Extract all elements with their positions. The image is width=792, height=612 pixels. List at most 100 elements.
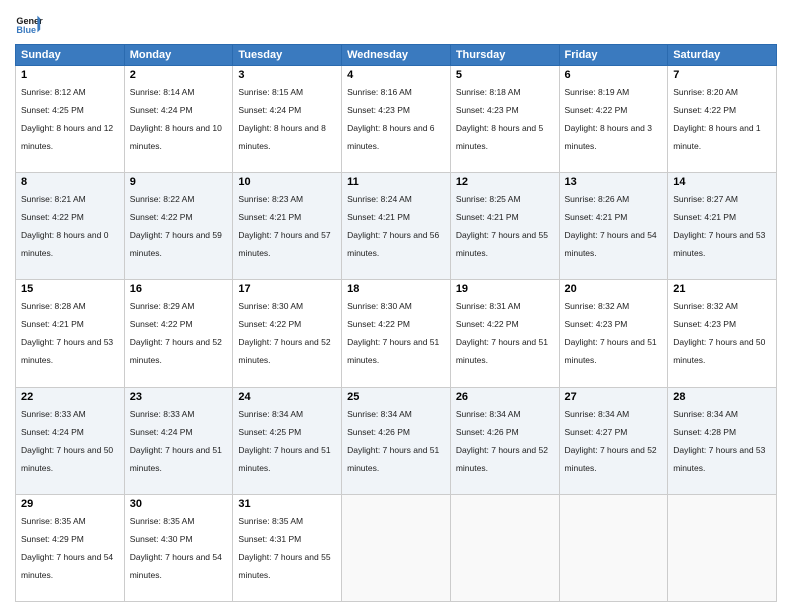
weekday-header-tuesday: Tuesday: [233, 45, 342, 66]
day-number: 28: [673, 391, 771, 403]
day-number: 11: [347, 176, 445, 188]
calendar-table: SundayMondayTuesdayWednesdayThursdayFrid…: [15, 44, 777, 602]
day-number: 30: [130, 498, 228, 510]
calendar-cell: 19 Sunrise: 8:31 AMSunset: 4:22 PMDaylig…: [450, 280, 559, 387]
calendar-cell: 10 Sunrise: 8:23 AMSunset: 4:21 PMDaylig…: [233, 173, 342, 280]
calendar-cell: 20 Sunrise: 8:32 AMSunset: 4:23 PMDaylig…: [559, 280, 668, 387]
calendar-cell: 3 Sunrise: 8:15 AMSunset: 4:24 PMDayligh…: [233, 66, 342, 173]
day-info: Sunrise: 8:34 AMSunset: 4:25 PMDaylight:…: [238, 409, 330, 473]
calendar-cell: 13 Sunrise: 8:26 AMSunset: 4:21 PMDaylig…: [559, 173, 668, 280]
day-info: Sunrise: 8:35 AMSunset: 4:30 PMDaylight:…: [130, 516, 222, 580]
calendar-cell: 21 Sunrise: 8:32 AMSunset: 4:23 PMDaylig…: [668, 280, 777, 387]
day-number: 9: [130, 176, 228, 188]
calendar-cell: 1 Sunrise: 8:12 AMSunset: 4:25 PMDayligh…: [16, 66, 125, 173]
day-number: 6: [565, 69, 663, 81]
day-info: Sunrise: 8:35 AMSunset: 4:29 PMDaylight:…: [21, 516, 113, 580]
day-number: 29: [21, 498, 119, 510]
day-info: Sunrise: 8:26 AMSunset: 4:21 PMDaylight:…: [565, 194, 657, 258]
day-info: Sunrise: 8:15 AMSunset: 4:24 PMDaylight:…: [238, 87, 325, 151]
day-number: 1: [21, 69, 119, 81]
day-info: Sunrise: 8:12 AMSunset: 4:25 PMDaylight:…: [21, 87, 113, 151]
day-info: Sunrise: 8:27 AMSunset: 4:21 PMDaylight:…: [673, 194, 765, 258]
calendar-cell: 16 Sunrise: 8:29 AMSunset: 4:22 PMDaylig…: [124, 280, 233, 387]
day-info: Sunrise: 8:18 AMSunset: 4:23 PMDaylight:…: [456, 87, 543, 151]
day-number: 10: [238, 176, 336, 188]
day-info: Sunrise: 8:21 AMSunset: 4:22 PMDaylight:…: [21, 194, 108, 258]
day-number: 18: [347, 283, 445, 295]
day-number: 24: [238, 391, 336, 403]
weekday-header-thursday: Thursday: [450, 45, 559, 66]
calendar-cell: 4 Sunrise: 8:16 AMSunset: 4:23 PMDayligh…: [342, 66, 451, 173]
day-info: Sunrise: 8:24 AMSunset: 4:21 PMDaylight:…: [347, 194, 439, 258]
day-number: 21: [673, 283, 771, 295]
calendar-cell: 24 Sunrise: 8:34 AMSunset: 4:25 PMDaylig…: [233, 387, 342, 494]
calendar-cell: 28 Sunrise: 8:34 AMSunset: 4:28 PMDaylig…: [668, 387, 777, 494]
day-number: 2: [130, 69, 228, 81]
page-header: General Blue: [15, 10, 777, 38]
calendar-cell: [559, 494, 668, 601]
day-number: 4: [347, 69, 445, 81]
calendar-cell: 2 Sunrise: 8:14 AMSunset: 4:24 PMDayligh…: [124, 66, 233, 173]
calendar-cell: 12 Sunrise: 8:25 AMSunset: 4:21 PMDaylig…: [450, 173, 559, 280]
day-number: 5: [456, 69, 554, 81]
day-info: Sunrise: 8:34 AMSunset: 4:26 PMDaylight:…: [347, 409, 439, 473]
calendar-cell: 5 Sunrise: 8:18 AMSunset: 4:23 PMDayligh…: [450, 66, 559, 173]
weekday-header-wednesday: Wednesday: [342, 45, 451, 66]
calendar-cell: 23 Sunrise: 8:33 AMSunset: 4:24 PMDaylig…: [124, 387, 233, 494]
calendar-cell: 17 Sunrise: 8:30 AMSunset: 4:22 PMDaylig…: [233, 280, 342, 387]
calendar-cell: 30 Sunrise: 8:35 AMSunset: 4:30 PMDaylig…: [124, 494, 233, 601]
weekday-header-sunday: Sunday: [16, 45, 125, 66]
day-info: Sunrise: 8:34 AMSunset: 4:28 PMDaylight:…: [673, 409, 765, 473]
day-number: 22: [21, 391, 119, 403]
day-number: 16: [130, 283, 228, 295]
day-number: 31: [238, 498, 336, 510]
calendar-cell: 22 Sunrise: 8:33 AMSunset: 4:24 PMDaylig…: [16, 387, 125, 494]
day-info: Sunrise: 8:16 AMSunset: 4:23 PMDaylight:…: [347, 87, 434, 151]
calendar-cell: [342, 494, 451, 601]
day-number: 15: [21, 283, 119, 295]
weekday-header-friday: Friday: [559, 45, 668, 66]
calendar-cell: 8 Sunrise: 8:21 AMSunset: 4:22 PMDayligh…: [16, 173, 125, 280]
day-number: 20: [565, 283, 663, 295]
logo: General Blue: [15, 10, 43, 38]
calendar-cell: 25 Sunrise: 8:34 AMSunset: 4:26 PMDaylig…: [342, 387, 451, 494]
calendar-cell: 9 Sunrise: 8:22 AMSunset: 4:22 PMDayligh…: [124, 173, 233, 280]
day-number: 25: [347, 391, 445, 403]
day-info: Sunrise: 8:32 AMSunset: 4:23 PMDaylight:…: [565, 301, 657, 365]
day-number: 26: [456, 391, 554, 403]
day-info: Sunrise: 8:14 AMSunset: 4:24 PMDaylight:…: [130, 87, 222, 151]
day-info: Sunrise: 8:20 AMSunset: 4:22 PMDaylight:…: [673, 87, 760, 151]
weekday-header-saturday: Saturday: [668, 45, 777, 66]
day-info: Sunrise: 8:23 AMSunset: 4:21 PMDaylight:…: [238, 194, 330, 258]
logo-icon: General Blue: [15, 10, 43, 38]
day-info: Sunrise: 8:25 AMSunset: 4:21 PMDaylight:…: [456, 194, 548, 258]
svg-text:Blue: Blue: [16, 25, 36, 35]
calendar-cell: [668, 494, 777, 601]
calendar-cell: 26 Sunrise: 8:34 AMSunset: 4:26 PMDaylig…: [450, 387, 559, 494]
day-info: Sunrise: 8:33 AMSunset: 4:24 PMDaylight:…: [130, 409, 222, 473]
day-number: 3: [238, 69, 336, 81]
calendar-cell: [450, 494, 559, 601]
weekday-header-monday: Monday: [124, 45, 233, 66]
day-info: Sunrise: 8:30 AMSunset: 4:22 PMDaylight:…: [347, 301, 439, 365]
day-info: Sunrise: 8:31 AMSunset: 4:22 PMDaylight:…: [456, 301, 548, 365]
day-info: Sunrise: 8:32 AMSunset: 4:23 PMDaylight:…: [673, 301, 765, 365]
day-number: 19: [456, 283, 554, 295]
day-number: 12: [456, 176, 554, 188]
calendar-cell: 15 Sunrise: 8:28 AMSunset: 4:21 PMDaylig…: [16, 280, 125, 387]
day-number: 8: [21, 176, 119, 188]
calendar-cell: 27 Sunrise: 8:34 AMSunset: 4:27 PMDaylig…: [559, 387, 668, 494]
calendar-cell: 6 Sunrise: 8:19 AMSunset: 4:22 PMDayligh…: [559, 66, 668, 173]
calendar-cell: 7 Sunrise: 8:20 AMSunset: 4:22 PMDayligh…: [668, 66, 777, 173]
day-info: Sunrise: 8:28 AMSunset: 4:21 PMDaylight:…: [21, 301, 113, 365]
calendar-cell: 31 Sunrise: 8:35 AMSunset: 4:31 PMDaylig…: [233, 494, 342, 601]
calendar-cell: 29 Sunrise: 8:35 AMSunset: 4:29 PMDaylig…: [16, 494, 125, 601]
day-info: Sunrise: 8:33 AMSunset: 4:24 PMDaylight:…: [21, 409, 113, 473]
day-number: 23: [130, 391, 228, 403]
day-number: 27: [565, 391, 663, 403]
day-number: 14: [673, 176, 771, 188]
day-number: 17: [238, 283, 336, 295]
day-info: Sunrise: 8:30 AMSunset: 4:22 PMDaylight:…: [238, 301, 330, 365]
day-number: 13: [565, 176, 663, 188]
calendar-cell: 14 Sunrise: 8:27 AMSunset: 4:21 PMDaylig…: [668, 173, 777, 280]
